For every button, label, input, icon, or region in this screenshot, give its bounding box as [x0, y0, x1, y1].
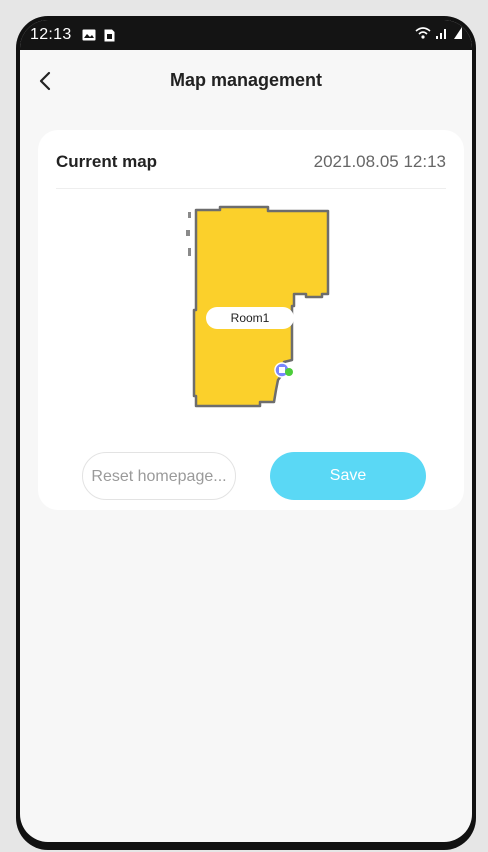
- current-map-label: Current map: [56, 152, 158, 171]
- top-app-bar: Map management: [20, 50, 472, 112]
- status-right-icons: [415, 26, 462, 43]
- wall-fragments: [186, 212, 191, 256]
- signal-icon: [436, 29, 447, 39]
- map-date: 2021.08.05 12:13: [313, 152, 446, 171]
- phone-frame: 12:13 Map management Current map 2021.08…: [16, 16, 476, 850]
- sim-icon: [104, 29, 115, 42]
- save-button[interactable]: Save: [270, 452, 426, 500]
- battery-icon: [454, 27, 462, 39]
- wifi-icon: [415, 27, 431, 39]
- app-screen: 12:13 Map management Current map 2021.08…: [20, 20, 472, 842]
- status-time: 12:13: [30, 26, 72, 43]
- current-map-card: Current map 2021.08.05 12:13 Room1 Reset…: [38, 130, 464, 510]
- map-view[interactable]: Room1: [38, 190, 464, 440]
- image-icon: [82, 29, 96, 41]
- reset-homepage-button[interactable]: Reset homepage...: [82, 452, 236, 500]
- divider: [56, 188, 446, 189]
- room-label[interactable]: Room1: [206, 307, 294, 329]
- charging-dock-icon: [274, 362, 293, 378]
- status-bar: 12:13: [20, 20, 472, 50]
- page-title: Map management: [169, 70, 323, 90]
